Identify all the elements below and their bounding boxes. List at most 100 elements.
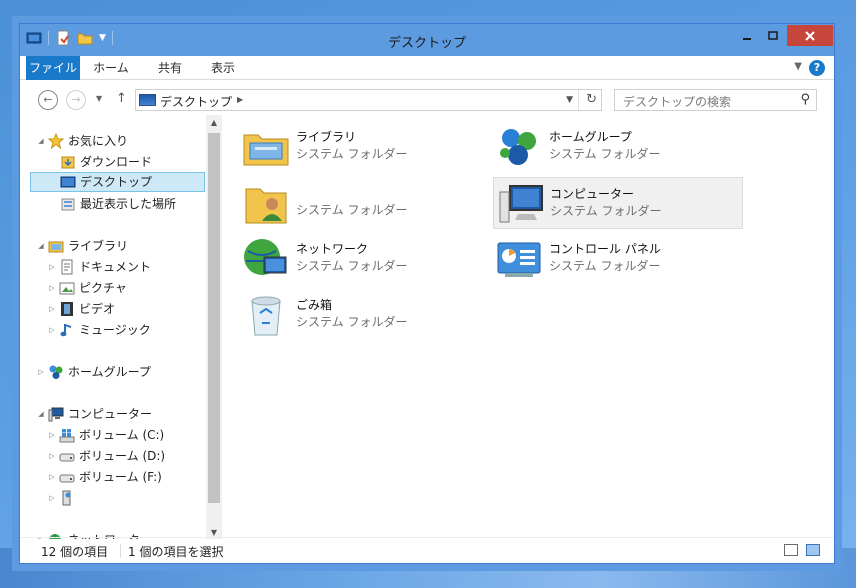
- list-item-control-panel[interactable]: コントロール パネル システム フォルダー: [493, 233, 743, 285]
- minimize-icon: [743, 37, 751, 40]
- back-button[interactable]: ←: [38, 90, 58, 110]
- expand-arrow-icon[interactable]: ▷: [47, 425, 57, 445]
- recent-locations-dropdown[interactable]: ▼: [96, 94, 102, 103]
- nav-libraries[interactable]: ◢ ライブラリ: [36, 236, 128, 256]
- item-name: ホームグループ: [549, 130, 632, 144]
- tab-home[interactable]: ホーム: [84, 56, 138, 80]
- item-type: システム フォルダー: [296, 315, 408, 329]
- nav-computer[interactable]: ◢ コンピューター: [36, 404, 152, 424]
- expand-arrow-icon[interactable]: ▷: [47, 467, 57, 487]
- list-item-network[interactable]: ネットワーク システム フォルダー: [240, 233, 490, 285]
- nav-volume-c[interactable]: ▷ ボリューム (C:): [47, 425, 164, 445]
- nav-pictures[interactable]: ▷ ピクチャ: [47, 278, 127, 298]
- scrollbar-thumb[interactable]: [208, 133, 220, 503]
- nav-label: ホームグループ: [68, 365, 151, 379]
- nav-music[interactable]: ▷ ミュージック: [47, 320, 151, 340]
- documents-icon: [61, 259, 73, 275]
- user-folder-icon: [245, 188, 287, 224]
- collapse-arrow-icon[interactable]: ◢: [36, 131, 46, 151]
- recycle-bin-icon: [251, 296, 281, 336]
- libraries-folder-icon: [243, 134, 289, 166]
- address-bar[interactable]: デスクトップ ▶ ▼ ↻: [135, 89, 602, 111]
- navigation-pane: ◢ お気に入り ダウンロード デスクトップ 最近表示した場所 ◢ ライブラリ ▷…: [20, 115, 206, 539]
- expand-arrow-icon[interactable]: ▷: [47, 320, 57, 340]
- item-type: システム フォルダー: [549, 259, 661, 273]
- nav-pane-scrollbar[interactable]: ▲ ▼: [206, 115, 222, 539]
- nav-label: ダウンロード: [80, 155, 153, 169]
- expand-arrow-icon[interactable]: ▷: [47, 278, 57, 298]
- nav-downloads[interactable]: ダウンロード: [58, 152, 152, 172]
- drive-icon: [59, 453, 75, 462]
- expand-arrow-icon[interactable]: ▷: [47, 257, 57, 277]
- address-divider: [578, 90, 579, 110]
- nav-label: ドキュメント: [79, 260, 152, 274]
- computer-icon: [499, 185, 543, 223]
- nav-removable-drive[interactable]: ▷: [47, 488, 79, 508]
- expand-arrow-icon[interactable]: ▷: [47, 488, 57, 508]
- title-bar: ▼ デスクトップ: [20, 24, 834, 56]
- forward-button[interactable]: →: [66, 90, 86, 110]
- list-item-homegroup[interactable]: ホームグループ システム フォルダー: [493, 121, 743, 173]
- network-icon: [244, 239, 287, 275]
- large-icons-view-icon[interactable]: [806, 544, 820, 556]
- nav-homegroup[interactable]: ▷ ホームグループ: [36, 362, 151, 382]
- nav-documents[interactable]: ▷ ドキュメント: [47, 257, 151, 277]
- nav-label: ミュージック: [79, 323, 151, 337]
- address-row: ← → ▼ ↑ デスクトップ ▶ ▼ ↻ デスクトップの検索 ⚲: [20, 81, 834, 115]
- star-icon: [48, 133, 64, 149]
- nav-favorites[interactable]: ◢ お気に入り: [36, 131, 128, 151]
- nav-volume-f[interactable]: ▷ ボリューム (F:): [47, 467, 162, 487]
- close-button[interactable]: [787, 25, 833, 46]
- up-button[interactable]: ↑: [116, 91, 127, 106]
- item-name: ネットワーク: [296, 242, 369, 256]
- expand-ribbon-icon[interactable]: ▼: [794, 61, 802, 72]
- maximize-icon: [768, 30, 778, 40]
- item-type: システム フォルダー: [296, 203, 408, 217]
- nav-desktop[interactable]: デスクトップ: [30, 172, 205, 192]
- window-title: デスクトップ: [387, 36, 466, 51]
- drive-icon: [59, 474, 75, 483]
- scroll-down-icon[interactable]: ▼: [206, 528, 222, 537]
- expand-arrow-icon[interactable]: ▷: [47, 446, 57, 466]
- nav-volume-d[interactable]: ▷ ボリューム (D:): [47, 446, 165, 466]
- maximize-button[interactable]: [760, 25, 786, 46]
- scroll-up-icon[interactable]: ▲: [206, 118, 222, 127]
- expand-arrow-icon[interactable]: ▷: [36, 362, 46, 382]
- minimize-button[interactable]: [734, 25, 760, 46]
- status-bar: 12 個の項目 1 個の項目を選択: [20, 537, 834, 563]
- tab-view[interactable]: 表示: [200, 56, 246, 80]
- list-item-libraries[interactable]: ライブラリ システム フォルダー: [240, 121, 490, 173]
- search-icon[interactable]: ⚲: [800, 92, 810, 107]
- tab-file[interactable]: ファイル: [26, 56, 80, 80]
- list-item-computer[interactable]: コンピューター システム フォルダー: [493, 177, 743, 229]
- nav-label: ボリューム (F:): [79, 470, 162, 484]
- nav-videos[interactable]: ▷ ビデオ: [47, 299, 115, 319]
- details-view-icon[interactable]: [784, 544, 798, 556]
- nav-label: ボリューム (C:): [79, 428, 165, 442]
- refresh-icon[interactable]: ↻: [586, 92, 597, 107]
- item-type: システム フォルダー: [549, 147, 661, 161]
- search-input[interactable]: デスクトップの検索 ⚲: [614, 89, 817, 111]
- collapse-arrow-icon[interactable]: ◢: [36, 236, 46, 256]
- list-item-user-folder[interactable]: システム フォルダー: [240, 177, 490, 229]
- help-icon[interactable]: ?: [809, 60, 825, 76]
- nav-label: お気に入り: [68, 134, 129, 148]
- selection-count: 1 個の項目を選択: [128, 545, 224, 559]
- desktop-icon: [60, 176, 76, 188]
- list-item-recycle-bin[interactable]: ごみ箱 システム フォルダー: [240, 289, 490, 341]
- address-history-dropdown[interactable]: ▼: [566, 95, 573, 105]
- nav-recent-places[interactable]: 最近表示した場所: [58, 194, 176, 214]
- nav-label: デスクトップ: [80, 175, 153, 189]
- expand-arrow-icon[interactable]: ▷: [47, 299, 57, 319]
- desktop-location-icon: [139, 94, 156, 106]
- downloads-folder-icon: [61, 156, 75, 169]
- search-placeholder: デスクトップの検索: [623, 95, 732, 109]
- item-type: システム フォルダー: [550, 204, 662, 218]
- nav-label: 最近表示した場所: [80, 197, 177, 211]
- breadcrumb-chevron-icon[interactable]: ▶: [237, 95, 243, 104]
- removable-drive-icon: [62, 490, 71, 506]
- nav-label: ライブラリ: [68, 239, 129, 253]
- tab-share[interactable]: 共有: [146, 56, 194, 80]
- breadcrumb-desktop[interactable]: デスクトップ: [160, 93, 232, 110]
- collapse-arrow-icon[interactable]: ◢: [36, 404, 46, 424]
